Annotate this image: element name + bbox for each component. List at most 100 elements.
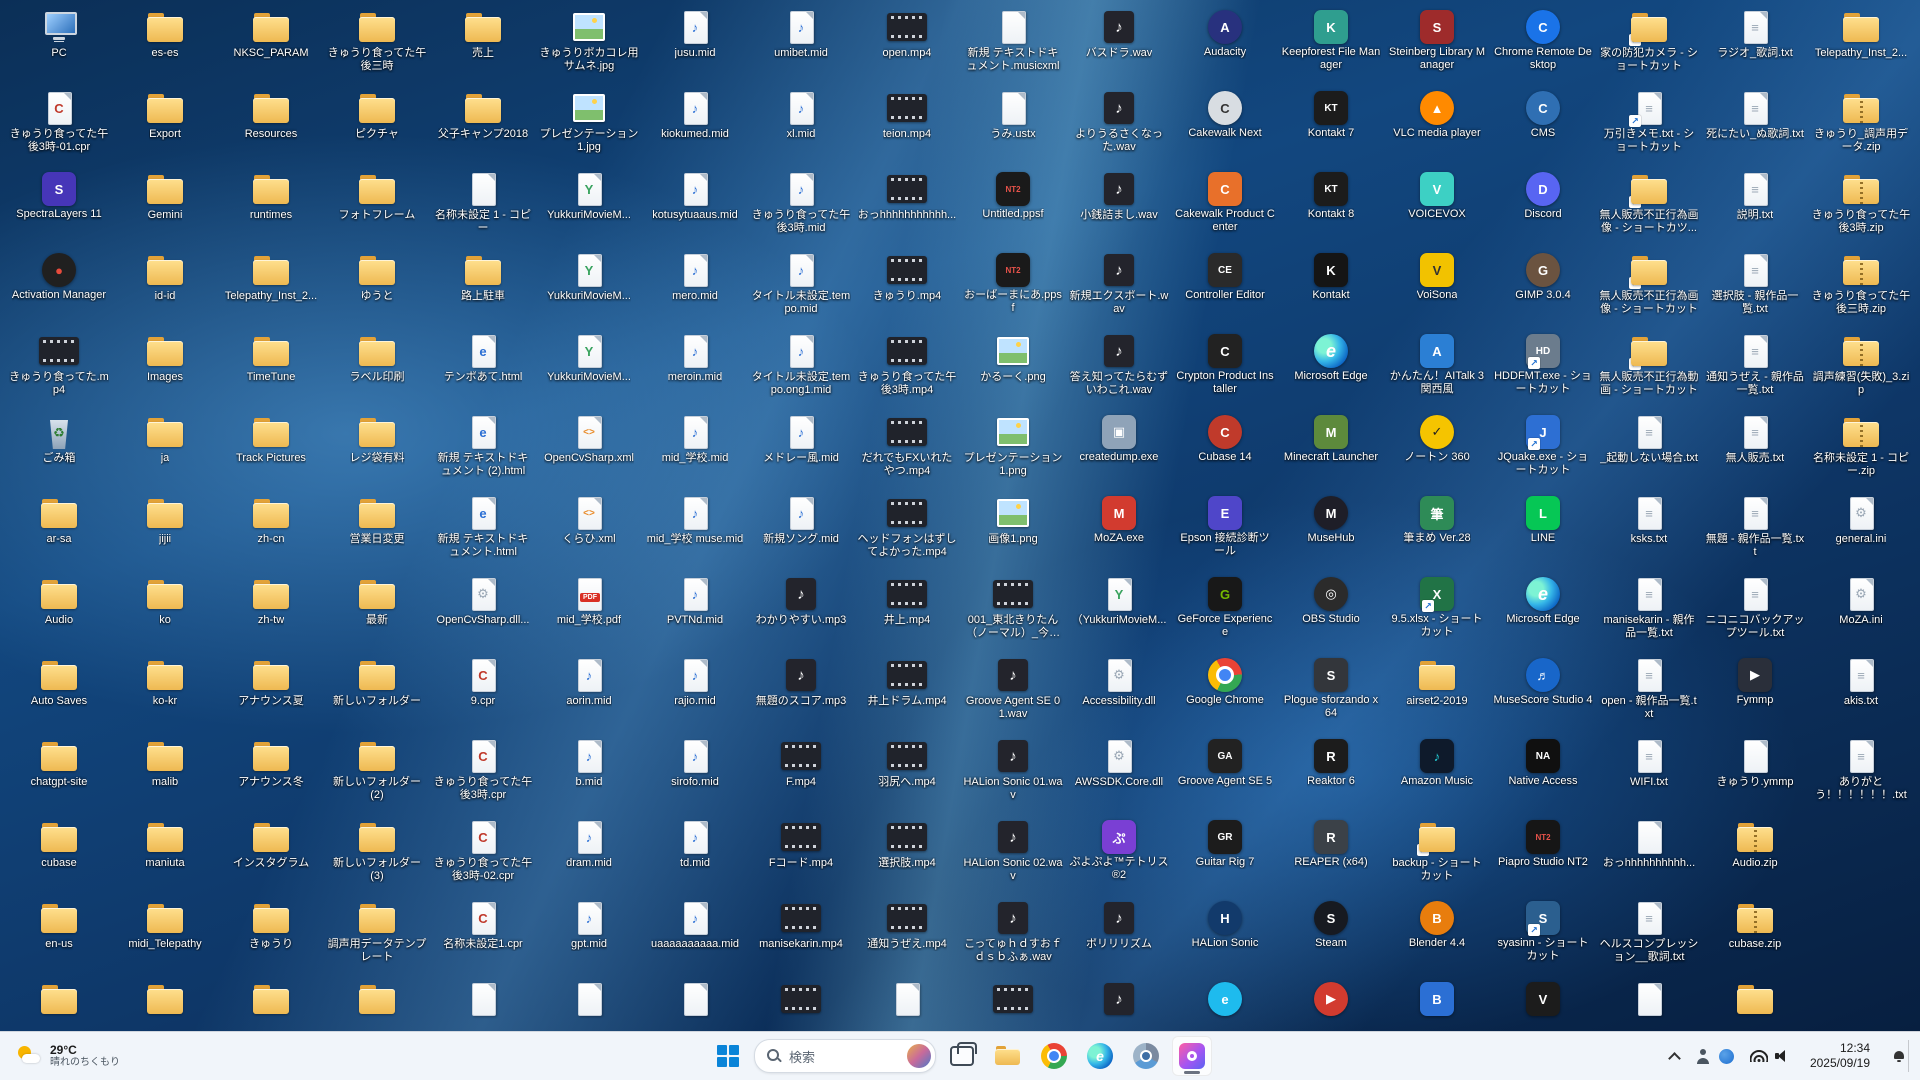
desktop-icon[interactable]: 父子キャンプ2018 — [430, 85, 536, 166]
desktop-icon[interactable]: MMinecraft Launcher — [1278, 409, 1384, 490]
desktop-icon[interactable]: プレゼンテーション1.png — [960, 409, 1066, 490]
desktop-icon[interactable]: ≡ksks.txt — [1596, 490, 1702, 571]
desktop-icon[interactable]: 小銭詰まし.wav — [1066, 166, 1172, 247]
desktop-icon[interactable]: アナウンス夏 — [218, 652, 324, 733]
desktop-icon[interactable]: e新規 テキストドキュメント.html — [430, 490, 536, 571]
taskbar-search[interactable]: 検索 — [754, 1039, 936, 1073]
desktop-icon[interactable]: 最新 — [324, 571, 430, 652]
desktop-icon[interactable]: こってゅｈｄすおｆｄｓｂふぁ.wav — [960, 895, 1066, 976]
desktop-icon[interactable]: YYukkuriMovieM... — [536, 247, 642, 328]
file-explorer-button[interactable] — [988, 1036, 1028, 1076]
desktop-icon[interactable]: ♪sirofo.mid — [642, 733, 748, 814]
desktop-icon[interactable]: jijii — [112, 490, 218, 571]
desktop-icon[interactable]: YYukkuriMovieM... — [536, 166, 642, 247]
desktop-icon[interactable]: ヘッドフォンはずしてよかった.mp4 — [854, 490, 960, 571]
desktop-icon[interactable]: CChrome Remote Desktop — [1490, 4, 1596, 85]
desktop-icon[interactable]: ≡ありがとう！！！！！！.txt — [1808, 733, 1914, 814]
desktop-icon[interactable]: インスタグラム — [218, 814, 324, 895]
desktop-icon[interactable]: きゅうり — [218, 895, 324, 976]
desktop-icon[interactable]: CCMS — [1490, 85, 1596, 166]
desktop-icon[interactable]: ko — [112, 571, 218, 652]
desktop-icon[interactable]: きゅうり食ってた午後三時.zip — [1808, 247, 1914, 328]
desktop-icon[interactable]: CEController Editor — [1172, 247, 1278, 328]
desktop-icon[interactable]: AAudacity — [1172, 4, 1278, 85]
desktop-icon[interactable]: Microsoft Edge — [1490, 571, 1596, 652]
desktop-icon[interactable]: ♪mero.mid — [642, 247, 748, 328]
desktop-icon[interactable]: Aかんたん！AITalk 3 関西風 — [1384, 328, 1490, 409]
desktop-icon[interactable]: YYukkuriMovieM... — [536, 328, 642, 409]
desktop-icon[interactable]: ♪umibet.mid — [748, 4, 854, 85]
desktop-icon[interactable] — [1066, 976, 1172, 1032]
desktop-icon[interactable]: ⚙AWSSDK.Core.dll — [1066, 733, 1172, 814]
desktop-icon[interactable]: malib — [112, 733, 218, 814]
desktop-icon[interactable]: 無題のスコア.mp3 — [748, 652, 854, 733]
desktop-icon[interactable]: Fコード.mp4 — [748, 814, 854, 895]
start-button[interactable] — [708, 1036, 748, 1076]
desktop-icon[interactable] — [430, 976, 536, 1032]
desktop-icon[interactable]: ↗家の防犯カメラ - ショートカット — [1596, 4, 1702, 85]
desktop-icon[interactable]: KKeepforest File Manager — [1278, 4, 1384, 85]
desktop-icon[interactable]: V — [1490, 976, 1596, 1032]
desktop-icon[interactable]: レジ袋有料 — [324, 409, 430, 490]
desktop-icon[interactable]: きゅうり.ymmp — [1702, 733, 1808, 814]
desktop-icon[interactable]: ゆうと — [324, 247, 430, 328]
desktop-icon[interactable]: KKontakt — [1278, 247, 1384, 328]
desktop-icon[interactable]: airset2-2019 — [1384, 652, 1490, 733]
desktop-icon[interactable]: きゅうり食ってた午後三時 — [324, 4, 430, 85]
desktop-icon[interactable]: zh-cn — [218, 490, 324, 571]
desktop-icon[interactable]: ●Activation Manager — [6, 247, 112, 328]
desktop-icon[interactable] — [960, 976, 1066, 1032]
desktop-icon[interactable]: ♪rajio.mid — [642, 652, 748, 733]
desktop-icon[interactable]: CCubase 14 — [1172, 409, 1278, 490]
desktop-icon[interactable]: 営業日変更 — [324, 490, 430, 571]
desktop-icon[interactable]: 答え知ってたらむずいわこれ.wav — [1066, 328, 1172, 409]
desktop-icon[interactable]: <>OpenCvSharp.xml — [536, 409, 642, 490]
desktop-icon[interactable]: ♪jusu.mid — [642, 4, 748, 85]
desktop-icon[interactable]: NT2Piapro Studio NT2 — [1490, 814, 1596, 895]
desktop-icon[interactable]: PC — [6, 4, 112, 85]
desktop-icon[interactable]: 調声用データテンプレート — [324, 895, 430, 976]
desktop-icon[interactable]: chatgpt-site — [6, 733, 112, 814]
desktop-icon[interactable]: en-us — [6, 895, 112, 976]
desktop-icon[interactable]: ✓ノートン 360 — [1384, 409, 1490, 490]
desktop-icon[interactable]: きゅうり.mp4 — [854, 247, 960, 328]
desktop-icon[interactable]: CCakewalk Product Center — [1172, 166, 1278, 247]
desktop-icon[interactable]: ピクチャ — [324, 85, 430, 166]
desktop-icon[interactable]: HALion Sonic 01.wav — [960, 733, 1066, 814]
desktop-icon[interactable]: S↗syasinn - ショートカット — [1490, 895, 1596, 976]
desktop-icon[interactable]: C名称未設定1.cpr — [430, 895, 536, 976]
desktop-icon[interactable] — [642, 976, 748, 1032]
desktop-icon[interactable]: MMuseHub — [1278, 490, 1384, 571]
desktop-icon[interactable]: ♪meroin.mid — [642, 328, 748, 409]
desktop-icon[interactable]: ▶ — [1278, 976, 1384, 1032]
desktop-icon[interactable]: C9.cpr — [430, 652, 536, 733]
desktop-icon[interactable]: Audio — [6, 571, 112, 652]
desktop-icon[interactable] — [536, 976, 642, 1032]
desktop-icon[interactable]: ↗backup - ショートカット — [1384, 814, 1490, 895]
desktop-icon[interactable]: MMoZA.exe — [1066, 490, 1172, 571]
desktop-icon[interactable]: SSteinberg Library Manager — [1384, 4, 1490, 85]
desktop-icon[interactable]: ≡ヘルスコンプレッション__歌詞.txt — [1596, 895, 1702, 976]
desktop-icon[interactable]: ≡ラジオ_歌詞.txt — [1702, 4, 1808, 85]
desktop-icon[interactable]: eテンポあて.html — [430, 328, 536, 409]
desktop-icon[interactable]: ≡manisekarin - 親作品一覧.txt — [1596, 571, 1702, 652]
desktop-icon[interactable] — [6, 976, 112, 1032]
desktop-icon[interactable]: 新しいフォルダー (2) — [324, 733, 430, 814]
desktop-icon[interactable]: RReaktor 6 — [1278, 733, 1384, 814]
desktop-icon[interactable] — [1596, 976, 1702, 1032]
desktop-icon[interactable]: ♪gpt.mid — [536, 895, 642, 976]
desktop-icon[interactable]: NANative Access — [1490, 733, 1596, 814]
desktop-icon[interactable]: teion.mp4 — [854, 85, 960, 166]
desktop-icon[interactable]: 選択肢.mp4 — [854, 814, 960, 895]
desktop-icon[interactable]: きゅうり食ってた.mp4 — [6, 328, 112, 409]
browser-profile-button[interactable] — [1126, 1036, 1166, 1076]
desktop-icon[interactable]: GAGroove Agent SE 5 — [1172, 733, 1278, 814]
desktop-icon[interactable]: cubase — [6, 814, 112, 895]
desktop-icon[interactable]: ぷぷよぷよ™テトリス®2 — [1066, 814, 1172, 895]
desktop-icon[interactable]: ⚙OpenCvSharp.dll... — [430, 571, 536, 652]
desktop-icon[interactable]: ♪きゅうり食ってた午後3時.mid — [748, 166, 854, 247]
desktop-icon[interactable]: ≡選択肢 - 親作品一覧.txt — [1702, 247, 1808, 328]
desktop-icon[interactable]: ▲VLC media player — [1384, 85, 1490, 166]
desktop-icon[interactable]: Gemini — [112, 166, 218, 247]
desktop-icon[interactable]: ♪kotusytuaaus.mid — [642, 166, 748, 247]
